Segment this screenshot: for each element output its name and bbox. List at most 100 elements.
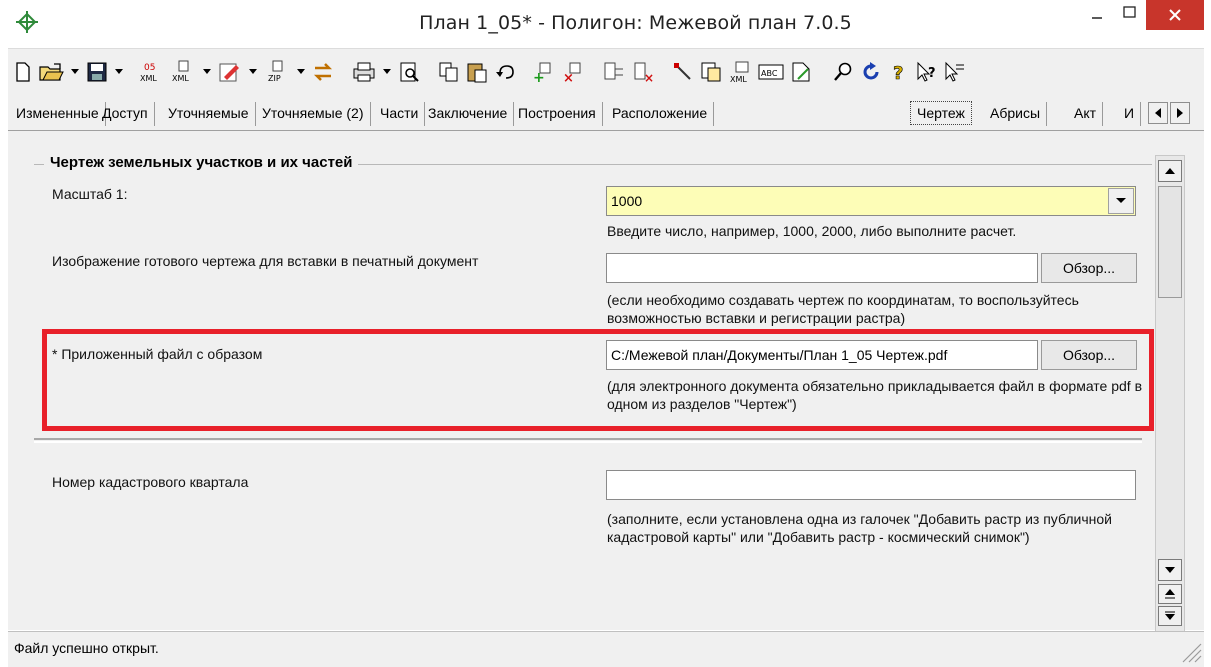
- tab-more[interactable]: И: [1118, 102, 1142, 126]
- scale-input[interactable]: 1000: [606, 186, 1136, 216]
- cadastral-block-label: Номер кадастрового квартала: [52, 474, 249, 490]
- tab-drawing[interactable]: Чертеж: [910, 101, 972, 125]
- sign-dropdown[interactable]: [246, 55, 260, 89]
- scroll-down-button[interactable]: [1158, 559, 1182, 581]
- page-down-button[interactable]: [1158, 606, 1182, 626]
- tab-scroll-left[interactable]: [1148, 102, 1168, 124]
- delete-row-icon: ×: [563, 62, 581, 83]
- chevron-down-icon: [1116, 198, 1126, 203]
- svg-text:?: ?: [893, 63, 903, 83]
- cadastral-block-input[interactable]: [606, 470, 1136, 500]
- close-button[interactable]: [1146, 0, 1204, 30]
- highlight-frame: [42, 329, 1154, 431]
- refresh-icon: [863, 62, 879, 80]
- chevron-down-icon: [297, 69, 305, 74]
- navigate-icon: [945, 61, 964, 82]
- print-icon: [353, 62, 375, 82]
- print-dropdown[interactable]: [380, 55, 394, 89]
- print-button[interactable]: [350, 55, 378, 89]
- tab-refined-2[interactable]: Уточняемые (2): [256, 102, 371, 126]
- zip-dropdown[interactable]: [294, 55, 308, 89]
- export-xml-05-button[interactable]: 05 XML: [136, 55, 166, 89]
- scroll-up-button[interactable]: [1158, 160, 1182, 182]
- maximize-button[interactable]: [1116, 0, 1144, 32]
- delete-row-button[interactable]: ×: [560, 55, 588, 89]
- page-down-icon: [1165, 611, 1175, 620]
- undo-icon: [496, 65, 514, 79]
- chevron-down-icon: [249, 69, 257, 74]
- open-folder-icon: [39, 63, 64, 81]
- ready-image-input[interactable]: [606, 253, 1038, 283]
- delete-node-icon: ×: [634, 62, 654, 83]
- undo-button[interactable]: [492, 55, 518, 89]
- tab-location[interactable]: Расположение: [606, 102, 715, 126]
- import-icon: [701, 62, 721, 82]
- tab-access[interactable]: Доступ: [96, 102, 155, 126]
- tab-strip: Измененные Доступ Уточняемые Уточняемые …: [8, 96, 1204, 130]
- tab-parts[interactable]: Части: [374, 102, 426, 126]
- maximize-icon: [1123, 6, 1136, 18]
- spellcheck-button[interactable]: ABC: [756, 55, 786, 89]
- refresh-button[interactable]: [858, 55, 884, 89]
- tab-act[interactable]: Акт: [1068, 102, 1104, 126]
- status-text: Файл успешно открыт.: [14, 640, 159, 656]
- minimize-icon: [1092, 17, 1102, 19]
- export-xml-05-icon: 05XML: [140, 63, 157, 83]
- chevron-right-icon: [1177, 108, 1183, 118]
- save-button[interactable]: [84, 55, 110, 89]
- delete-node-button[interactable]: ×: [630, 55, 658, 89]
- spellcheck-icon: ABC: [758, 64, 784, 80]
- chevron-down-icon: [71, 69, 79, 74]
- export-xml-button[interactable]: XML: [168, 55, 198, 89]
- svg-text:+: +: [533, 70, 545, 83]
- scale-dropdown-button[interactable]: [1108, 188, 1134, 214]
- document-icon: [792, 62, 810, 82]
- save-dropdown[interactable]: [112, 55, 126, 89]
- tab-scroll-right[interactable]: [1170, 102, 1190, 124]
- exchange-button[interactable]: [310, 55, 336, 89]
- ready-image-browse-button[interactable]: Обзор...: [1041, 253, 1137, 283]
- xml-dropdown[interactable]: [200, 55, 214, 89]
- context-help-button[interactable]: ?: [914, 55, 940, 89]
- xml-import-button[interactable]: XML: [726, 55, 754, 89]
- draw-button[interactable]: [670, 55, 696, 89]
- add-row-button[interactable]: +: [530, 55, 558, 89]
- page-up-button[interactable]: [1158, 584, 1182, 604]
- document-button[interactable]: [788, 55, 814, 89]
- tab-refined[interactable]: Уточняемые: [162, 102, 256, 126]
- copy-button[interactable]: [436, 55, 462, 89]
- tab-conclusion[interactable]: Заключение: [422, 102, 515, 126]
- resize-grip-icon[interactable]: [1173, 638, 1203, 664]
- section-divider: [34, 438, 1142, 440]
- open-button[interactable]: [36, 55, 66, 89]
- search-button[interactable]: [830, 55, 856, 89]
- chevron-down-icon: [383, 69, 391, 74]
- import-button[interactable]: [698, 55, 724, 89]
- paste-button[interactable]: [464, 55, 490, 89]
- tab-changed[interactable]: Измененные: [10, 102, 106, 126]
- tab-constructions[interactable]: Построения: [512, 102, 603, 126]
- open-dropdown[interactable]: [68, 55, 82, 89]
- svg-text:05: 05: [144, 63, 155, 73]
- paste-icon: [467, 63, 487, 83]
- add-row-icon: +: [533, 62, 551, 83]
- xml-import-icon: XML: [730, 61, 749, 83]
- svg-text:ZIP: ZIP: [268, 74, 281, 83]
- zip-button[interactable]: ZIP: [262, 55, 292, 89]
- preview-button[interactable]: [396, 55, 422, 89]
- sign-button[interactable]: [216, 55, 244, 89]
- group-title: Чертеж земельных участков и их частей: [44, 154, 359, 171]
- new-document-button[interactable]: [12, 55, 34, 89]
- navigate-button[interactable]: [942, 55, 968, 89]
- new-document-icon: [16, 62, 30, 82]
- minimize-button[interactable]: [1083, 0, 1111, 32]
- save-icon: [87, 62, 107, 82]
- scroll-thumb[interactable]: [1158, 186, 1182, 298]
- svg-text:ABC: ABC: [761, 69, 778, 78]
- preview-icon: [400, 62, 419, 82]
- help-button[interactable]: ?: [886, 55, 912, 89]
- cadastral-block-hint: (заполните, если установлена одна из гал…: [607, 511, 1112, 545]
- add-node-button[interactable]: [600, 55, 628, 89]
- tab-sketches[interactable]: Абрисы: [984, 102, 1048, 126]
- chevron-down-icon: [203, 69, 211, 74]
